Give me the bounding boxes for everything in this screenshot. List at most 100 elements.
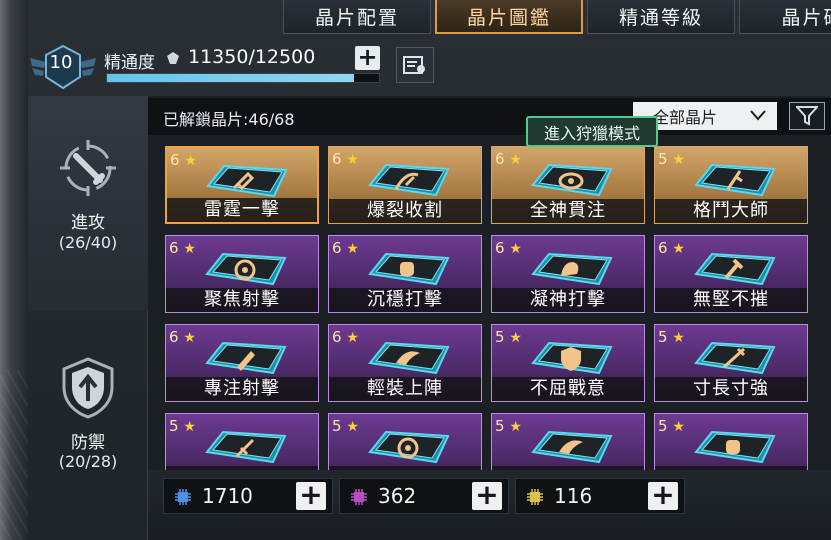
star-icon: ★ bbox=[509, 330, 522, 346]
chip-star-rating: 6 ★ bbox=[495, 150, 522, 168]
star-icon: ★ bbox=[183, 419, 196, 435]
chip-name: 無堅不摧 bbox=[655, 288, 807, 312]
chip-name: 聚焦射擊 bbox=[166, 288, 318, 312]
star-icon: ★ bbox=[672, 419, 685, 435]
chip-star-rating: 6 ★ bbox=[495, 239, 522, 257]
chip-knife-icon bbox=[694, 163, 776, 197]
tab-chip-loadout[interactable]: 晶片配置 bbox=[283, 0, 431, 34]
chip-name: 爆裂收割 bbox=[329, 199, 481, 223]
filter-button[interactable] bbox=[789, 102, 825, 130]
star-icon: ★ bbox=[184, 153, 197, 169]
processor-chip-icon bbox=[175, 489, 191, 505]
chip-dagger-icon bbox=[205, 430, 287, 464]
chip-card[interactable]: 6 ★ 全神貫注 bbox=[491, 146, 645, 224]
add-currency-button[interactable]: + bbox=[472, 481, 502, 510]
chip-name: 輕裝上陣 bbox=[329, 377, 481, 401]
star-count: 5 bbox=[332, 417, 342, 435]
chip-star-rating: 5 ★ bbox=[658, 417, 685, 435]
game-screen: 晶片配置 晶片圖鑑 精通等級 晶片碎 10 精通度 11350/12500 + bbox=[0, 0, 831, 540]
tab-label: 晶片圖鑑 bbox=[466, 6, 551, 29]
chip-card[interactable]: 6 ★ 沉穩打擊 bbox=[328, 235, 482, 313]
chip-card[interactable]: 6 ★ 聚焦射擊 bbox=[165, 235, 319, 313]
crosshair-missile-icon bbox=[60, 140, 116, 196]
chip-card[interactable]: 6 ★ 無堅不摧 bbox=[654, 235, 808, 313]
star-count: 6 bbox=[495, 150, 505, 168]
chip-name: 凝神打擊 bbox=[492, 288, 644, 312]
chip-star-rating: 5 ★ bbox=[495, 328, 522, 346]
document-icon bbox=[403, 56, 425, 74]
hunt-mode-tooltip: 進入狩獵模式 bbox=[526, 116, 658, 147]
mastery-value: 11350/12500 bbox=[188, 46, 316, 68]
tab-label: 精通等級 bbox=[618, 7, 703, 29]
mastery-progress-bar bbox=[106, 73, 380, 83]
chip-star-rating: 5 ★ bbox=[495, 417, 522, 435]
chip-card[interactable]: 6 ★ 雷霆一擊 bbox=[165, 146, 319, 224]
mastery-progress-fill bbox=[107, 74, 354, 82]
sidebar-item-count: (20/28) bbox=[58, 452, 118, 471]
star-icon: ★ bbox=[509, 241, 522, 257]
unlocked-chips-count: 已解鎖晶片:46/68 bbox=[163, 110, 295, 129]
chip-name: 不屈戰意 bbox=[492, 377, 644, 401]
chip-card[interactable]: 6 ★ 爆裂收割 bbox=[328, 146, 482, 224]
star-icon: ★ bbox=[672, 241, 685, 257]
currency-item: 1710 + bbox=[163, 478, 333, 514]
chip-star-rating: 6 ★ bbox=[169, 239, 196, 257]
tab-mastery-level[interactable]: 精通等級 bbox=[587, 0, 735, 34]
chip-star-rating: 6 ★ bbox=[170, 151, 197, 169]
chip-name: 格鬥大師 bbox=[655, 199, 807, 223]
add-currency-button[interactable]: + bbox=[648, 481, 678, 510]
chip-card[interactable]: 6 ★ 凝神打擊 bbox=[491, 235, 645, 313]
chevron-down-icon bbox=[750, 110, 766, 121]
chip-card[interactable]: 6 ★ 輕裝上陣 bbox=[328, 324, 482, 402]
chip-star-rating: 5 ★ bbox=[332, 417, 359, 435]
tab-chip-catalog[interactable]: 晶片圖鑑 bbox=[435, 0, 583, 34]
chip-card[interactable]: 5 ★ 格鬥大師 bbox=[654, 146, 808, 224]
chip-hammer-icon bbox=[694, 252, 776, 286]
currency-item: 362 + bbox=[339, 478, 509, 514]
sidebar-item-count: (26/40) bbox=[58, 233, 118, 252]
chip-star-rating: 5 ★ bbox=[658, 150, 685, 168]
tab-label: 晶片配置 bbox=[314, 7, 399, 29]
star-count: 6 bbox=[170, 151, 180, 169]
star-icon: ★ bbox=[672, 152, 685, 168]
chip-star-rating: 5 ★ bbox=[169, 417, 196, 435]
star-count: 5 bbox=[658, 417, 668, 435]
add-currency-button[interactable]: + bbox=[296, 481, 326, 510]
info-document-button[interactable] bbox=[396, 47, 434, 83]
mastery-label: 精通度 bbox=[104, 53, 155, 73]
chip-fist-icon bbox=[368, 252, 450, 286]
chip-blade-icon bbox=[694, 341, 776, 375]
star-count: 6 bbox=[169, 239, 179, 257]
chip-star-rating: 6 ★ bbox=[332, 150, 359, 168]
chip-star-rating: 6 ★ bbox=[332, 239, 359, 257]
star-icon: ★ bbox=[183, 330, 196, 346]
tab-label: 晶片碎 bbox=[781, 7, 831, 29]
chip-shield-icon bbox=[531, 341, 613, 375]
star-icon: ★ bbox=[346, 330, 359, 346]
tab-chip-fragments[interactable]: 晶片碎 bbox=[739, 0, 831, 34]
chip-card[interactable]: 5 ★ 寸長寸強 bbox=[654, 324, 808, 402]
chip-target-icon bbox=[205, 252, 287, 286]
chip-wing-icon bbox=[368, 341, 450, 375]
star-count: 6 bbox=[658, 239, 668, 257]
star-count: 6 bbox=[332, 239, 342, 257]
star-icon: ★ bbox=[346, 241, 359, 257]
processor-chip-icon bbox=[527, 489, 543, 505]
funnel-icon bbox=[796, 106, 818, 126]
sidebar-item-attack[interactable]: 進攻 (26/40) bbox=[28, 96, 148, 311]
chip-star-rating: 5 ★ bbox=[658, 328, 685, 346]
star-icon: ★ bbox=[183, 241, 196, 257]
currency-item: 116 + bbox=[515, 478, 685, 514]
chip-name: 寸長寸強 bbox=[655, 377, 807, 401]
sidebar-item-defense[interactable]: 防禦 (20/28) bbox=[28, 311, 148, 540]
mastery-gem-icon bbox=[167, 52, 179, 64]
star-icon: ★ bbox=[346, 419, 359, 435]
add-mastery-button[interactable]: + bbox=[355, 45, 380, 70]
chip-card[interactable]: 5 ★ 不屈戰意 bbox=[491, 324, 645, 402]
chip-name: 沉穩打擊 bbox=[329, 288, 481, 312]
star-count: 6 bbox=[169, 328, 179, 346]
star-count: 6 bbox=[332, 150, 342, 168]
chip-card[interactable]: 6 ★ 專注射擊 bbox=[165, 324, 319, 402]
chip-name: 雷霆一擊 bbox=[167, 198, 317, 222]
star-count: 5 bbox=[495, 328, 505, 346]
